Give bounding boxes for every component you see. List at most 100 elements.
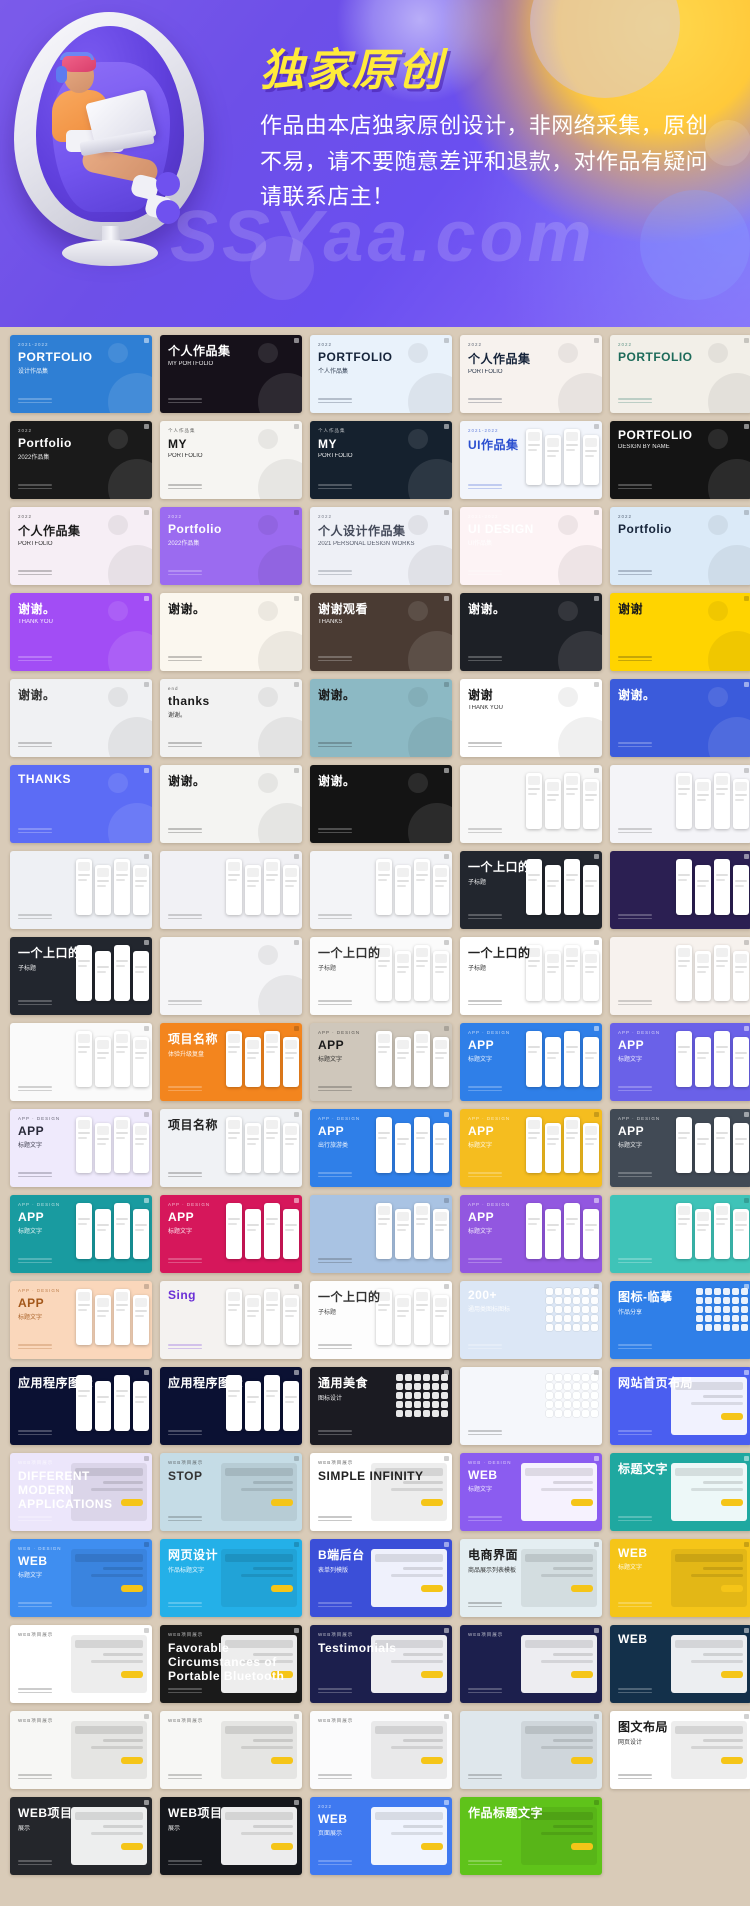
thumbnail-card[interactable]: WEB项目展示 bbox=[460, 1625, 602, 1703]
thumbnail-card[interactable]: 网页设计 作品标题文字 bbox=[160, 1539, 302, 1617]
thumbnail-corner-mark bbox=[744, 1026, 749, 1031]
thumbnail-card[interactable] bbox=[460, 1367, 602, 1445]
thumbnail-content: 谢谢。 THANK YOU bbox=[10, 593, 152, 671]
thumbnail-card[interactable]: APP · DESIGN APP 标题文字 bbox=[610, 1109, 750, 1187]
thumbnail-card[interactable] bbox=[310, 851, 452, 929]
thumbnail-content bbox=[10, 1023, 152, 1101]
thumbnail-card[interactable]: WEB项目展示 bbox=[10, 1711, 152, 1789]
thumbnail-card[interactable]: 个人作品集 MY PORTFOLIO bbox=[310, 421, 452, 499]
thumbnail-card[interactable]: 谢谢。 bbox=[610, 679, 750, 757]
thumbnail-card[interactable] bbox=[460, 1711, 602, 1789]
thumbnail-card[interactable]: APP · DESIGN APP 标题文字 bbox=[460, 1023, 602, 1101]
thumbnail-card[interactable]: 谢谢 bbox=[610, 593, 750, 671]
thumbnail-card[interactable]: APP · DESIGN APP 标题文字 bbox=[10, 1195, 152, 1273]
thumbnail-card[interactable]: WEB项目展示 bbox=[160, 1711, 302, 1789]
thumbnail-card[interactable]: 2021-2022 UI DESIGN UI作品集 bbox=[460, 507, 602, 585]
thumbnail-card[interactable]: 一个上口的 子标题 bbox=[460, 851, 602, 929]
thumbnail-card[interactable]: APP · DESIGN APP 标题文字 bbox=[610, 1023, 750, 1101]
thumbnail-card[interactable] bbox=[610, 765, 750, 843]
thumbnail-card[interactable]: 谢谢。 bbox=[310, 765, 452, 843]
thumbnail-card[interactable]: 谢谢。 bbox=[10, 679, 152, 757]
thumbnail-card[interactable] bbox=[310, 1195, 452, 1273]
thumbnail-card[interactable]: 2022 PORTFOLIO bbox=[610, 335, 750, 413]
thumbnail-card[interactable]: 一个上口的 子标题 bbox=[10, 937, 152, 1015]
thumbnail-card[interactable] bbox=[460, 765, 602, 843]
thumbnail-subtitle: 标题文字 bbox=[618, 1143, 643, 1149]
thumbnail-card[interactable]: WEB项目展示 bbox=[310, 1711, 452, 1789]
thumbnail-card[interactable]: 2022 Portfolio 2022作品集 bbox=[160, 507, 302, 585]
thumbnail-card[interactable]: 一个上口的 子标题 bbox=[310, 937, 452, 1015]
thumbnail-card[interactable]: APP · DESIGN APP 标题文字 bbox=[10, 1109, 152, 1187]
thumbnail-card[interactable]: 个人作品集 MY PORTFOLIO bbox=[160, 421, 302, 499]
thumbnail-card[interactable]: 200+ 通用类图标图标 bbox=[460, 1281, 602, 1359]
thumbnail-card[interactable]: 2022 PORTFOLIO 个人作品集 bbox=[310, 335, 452, 413]
thumbnail-card[interactable]: WEB项目展示 bbox=[160, 1797, 302, 1875]
thumbnail-content: end thanks 谢谢。 bbox=[160, 679, 302, 757]
thumbnail-card[interactable]: APP · DESIGN APP 标题文字 bbox=[10, 1281, 152, 1359]
thumbnail-card[interactable]: 一个上口的 子标题 bbox=[310, 1281, 452, 1359]
thumbnail-card[interactable]: 2021-2022 PORTFOLIO 设计作品集 bbox=[10, 335, 152, 413]
thumbnail-card[interactable]: 图标-临摹 作品分享 bbox=[610, 1281, 750, 1359]
thumbnail-title: 一个上口的 bbox=[318, 1290, 381, 1304]
thumbnail-card[interactable] bbox=[10, 851, 152, 929]
thumbnail-card[interactable]: APP · DESIGN APP 标题文字 bbox=[460, 1195, 602, 1273]
thumbnail-card[interactable]: B端后台 表单列模版 bbox=[310, 1539, 452, 1617]
thumbnail-card[interactable]: 项目名称 体验升级复盘 bbox=[160, 1023, 302, 1101]
thumbnail-card[interactable]: 项目名称 bbox=[160, 1109, 302, 1187]
thumbnail-card[interactable]: WEB项目展示 bbox=[10, 1797, 152, 1875]
thumbnail-subtitle: 子标题 bbox=[318, 1310, 337, 1316]
thumbnail-card[interactable]: 图文布局 网页设计 bbox=[610, 1711, 750, 1789]
thumbnail-card[interactable] bbox=[10, 1023, 152, 1101]
thumbnail-card[interactable]: 谢谢观看 THANKS bbox=[310, 593, 452, 671]
thumbnail-card[interactable] bbox=[160, 937, 302, 1015]
thumbnail-card[interactable]: APP · DESIGN APP 标题文字 bbox=[460, 1109, 602, 1187]
thumbnail-card[interactable] bbox=[610, 851, 750, 929]
thumbnail-card[interactable]: WEB 标题文字 bbox=[610, 1539, 750, 1617]
thumbnail-card[interactable]: APP · DESIGN APP 出行旅游类 bbox=[310, 1109, 452, 1187]
thumbnail-card[interactable]: WEB · DESIGN WEB 标题文字 bbox=[460, 1453, 602, 1531]
thumbnail-card[interactable]: WEB · DESIGN WEB 标题文字 bbox=[10, 1539, 152, 1617]
thumbnail-card[interactable]: 2022 Portfolio 2022作品集 bbox=[10, 421, 152, 499]
thumbnail-card[interactable]: 作品标题文字 bbox=[460, 1797, 602, 1875]
thumbnail-card[interactable]: THANKS bbox=[10, 765, 152, 843]
thumbnail-card[interactable]: 2022 WEB 页面展示 bbox=[310, 1797, 452, 1875]
thumbnail-card[interactable]: 谢谢。 bbox=[160, 593, 302, 671]
thumbnail-card[interactable]: 谢谢。 THANK YOU bbox=[10, 593, 152, 671]
thumbnail-card[interactable]: 2022 个人设计作品集 2021 PERSONAL DESIGN WORKS bbox=[310, 507, 452, 585]
thumbnail-card[interactable]: WEB项目展示 SIMPLE INFINITY bbox=[310, 1453, 452, 1531]
thumbnail-card[interactable]: 应用程序图标 bbox=[160, 1367, 302, 1445]
thumbnail-card[interactable]: 谢谢。 bbox=[460, 593, 602, 671]
thumbnail-card[interactable]: 应用程序图标 bbox=[10, 1367, 152, 1445]
thumbnail-card[interactable]: 个人作品集 MY PORTFOLIO bbox=[160, 335, 302, 413]
thumbnail-card[interactable]: 网站首页布局 bbox=[610, 1367, 750, 1445]
thumbnail-card[interactable]: 谢谢。 bbox=[310, 679, 452, 757]
thumbnail-subtitle: 子标题 bbox=[468, 880, 487, 886]
thumbnail-card[interactable]: WEB项目展示 DIFFERENT MODERN APPLICATIONS bbox=[10, 1453, 152, 1531]
thumbnail-title: Portfolio bbox=[168, 522, 222, 536]
thumbnail-card[interactable]: WEB bbox=[610, 1625, 750, 1703]
thumbnail-card[interactable]: 2022 Portfolio bbox=[610, 507, 750, 585]
thumbnail-card[interactable]: PORTFOLIO DESIGN BY NAME bbox=[610, 421, 750, 499]
thumbnail-content: WEB项目展示 bbox=[460, 1625, 602, 1703]
thumbnail-card[interactable]: Sing bbox=[160, 1281, 302, 1359]
thumbnail-card[interactable]: end thanks 谢谢。 bbox=[160, 679, 302, 757]
thumbnail-content bbox=[610, 937, 750, 1015]
thumbnail-card[interactable]: 2022 个人作品集 PORTFOLIO bbox=[10, 507, 152, 585]
thumbnail-card[interactable]: 谢谢。 bbox=[160, 765, 302, 843]
thumbnail-card[interactable]: 电商界面 商品展示列表模板 bbox=[460, 1539, 602, 1617]
thumbnail-card[interactable] bbox=[610, 1195, 750, 1273]
thumbnail-card[interactable]: WEB项目展示 Testimonials bbox=[310, 1625, 452, 1703]
thumbnail-card[interactable]: WEB项目展示 bbox=[10, 1625, 152, 1703]
thumbnail-card[interactable]: 2022 个人作品集 PORTFOLIO bbox=[460, 335, 602, 413]
thumbnail-card[interactable]: 一个上口的 子标题 bbox=[460, 937, 602, 1015]
thumbnail-card[interactable]: APP · DESIGN APP 标题文字 bbox=[310, 1023, 452, 1101]
thumbnail-card[interactable]: 通用美食 图标设计 bbox=[310, 1367, 452, 1445]
thumbnail-card[interactable] bbox=[610, 937, 750, 1015]
thumbnail-card[interactable]: WEB项目展示 Favorable Circumstances of Portab… bbox=[160, 1625, 302, 1703]
thumbnail-card[interactable] bbox=[160, 851, 302, 929]
thumbnail-card[interactable]: 2021-2022 UI作品集 bbox=[460, 421, 602, 499]
thumbnail-card[interactable]: 标题文字 bbox=[610, 1453, 750, 1531]
thumbnail-card[interactable]: WEB项目展示 STOP bbox=[160, 1453, 302, 1531]
thumbnail-card[interactable]: APP · DESIGN APP 标题文字 bbox=[160, 1195, 302, 1273]
thumbnail-card[interactable]: 谢谢 THANK YOU bbox=[460, 679, 602, 757]
